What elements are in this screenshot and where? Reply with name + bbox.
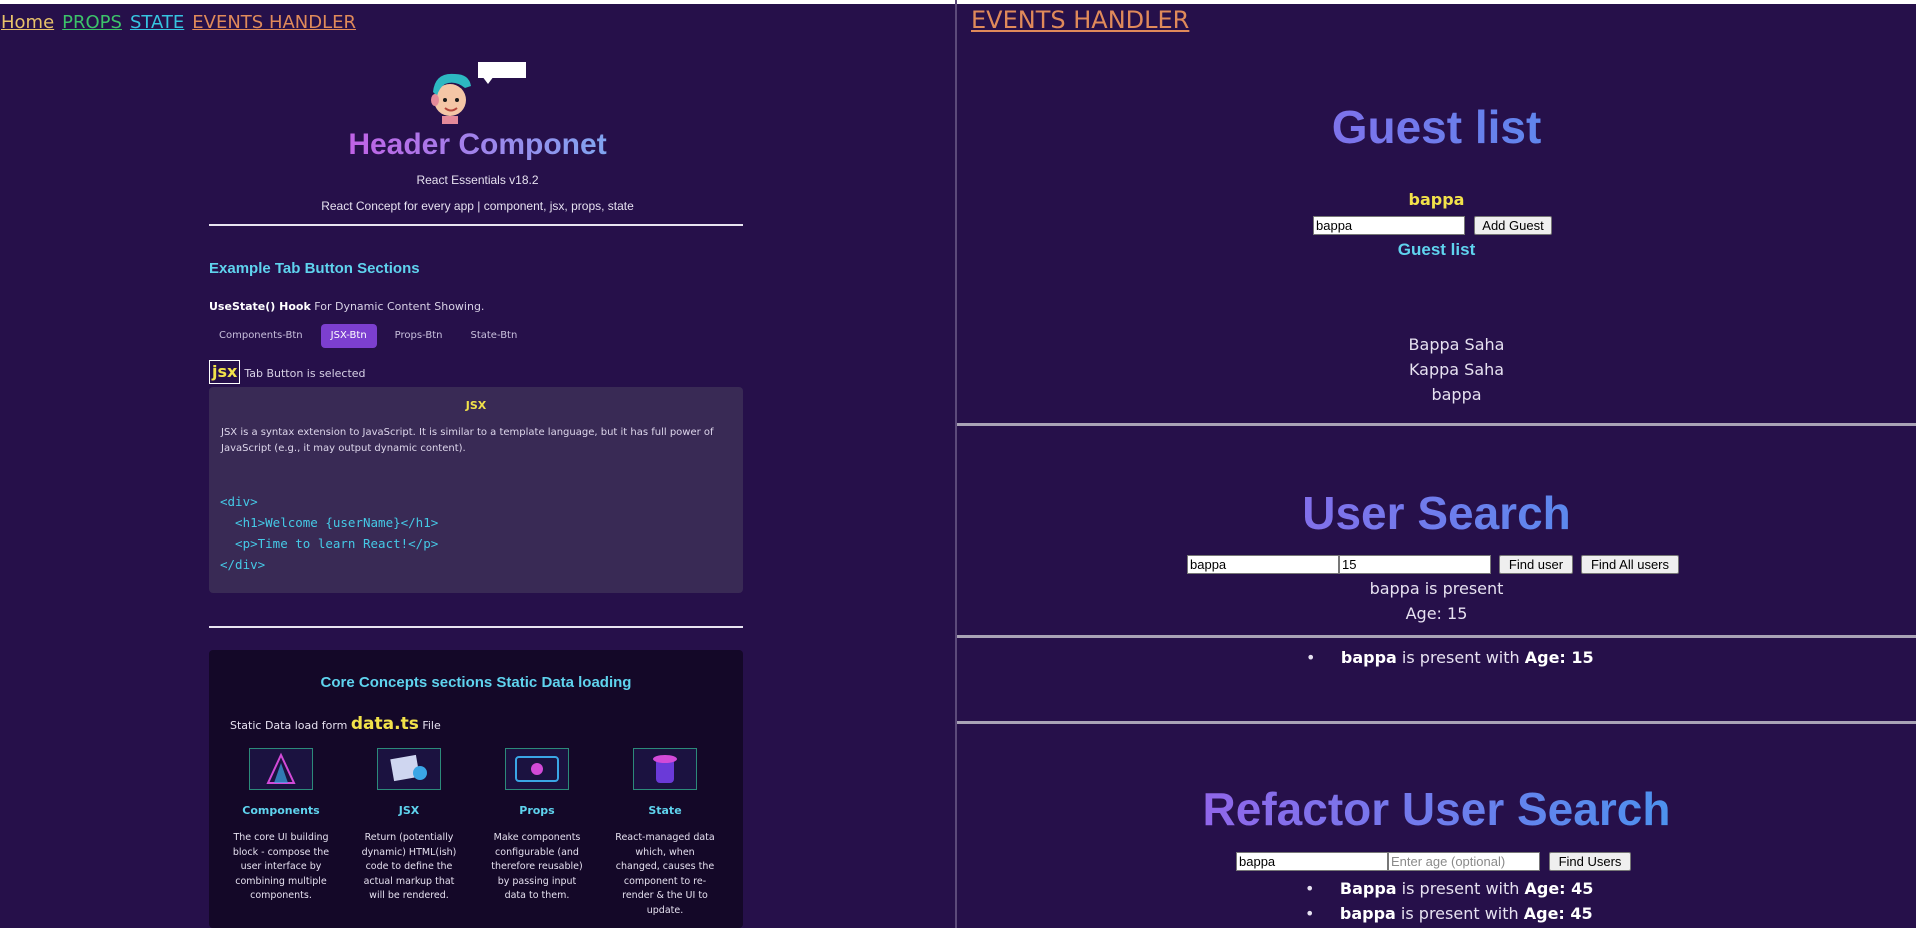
- hook-text: For Dynamic Content Showing.: [314, 300, 485, 313]
- user-name: bappa: [1340, 648, 1397, 667]
- guest-list-subtitle: Guest list: [1397, 240, 1476, 259]
- avatar-icon: [431, 73, 471, 124]
- user-search-title: User Search: [957, 486, 1916, 540]
- tab-content-description: JSX is a syntax extension to JavaScript.…: [221, 427, 714, 454]
- concept-name: JSX: [398, 804, 420, 817]
- user-search-result-name: bappa is present: [1369, 579, 1504, 598]
- core-sub-file: data.ts: [350, 714, 419, 734]
- nav-props-link[interactable]: PROPS: [62, 12, 122, 33]
- user-mid: is present with: [1400, 904, 1519, 923]
- user-name: Bappa: [1339, 879, 1397, 898]
- refactor-name-input[interactable]: bappa: [1236, 852, 1388, 871]
- find-user-button[interactable]: Find user: [1499, 555, 1573, 574]
- state-icon: [633, 748, 697, 790]
- guest-list-title: Guest list: [957, 100, 1916, 154]
- props-icon: [505, 748, 569, 790]
- user-age: Age: 45: [1524, 879, 1594, 898]
- header-version: React Essentials v18.2: [416, 173, 539, 187]
- concept-props: Props Make components configurable (and …: [487, 748, 587, 904]
- nav-home-link[interactable]: Home: [1, 12, 54, 33]
- concept-jsx: JSX Return (potentially dynamic) HTML(is…: [359, 748, 459, 904]
- events-handler-link[interactable]: EVENTS HANDLER: [971, 6, 1189, 34]
- tab-components[interactable]: Components-Btn: [209, 324, 313, 348]
- selected-text: Tab Button is selected: [244, 367, 366, 380]
- concept-state: State React-managed data which, when cha…: [615, 748, 715, 918]
- concept-name: State: [648, 804, 682, 817]
- section-separator: [957, 721, 1916, 724]
- jsx-icon: [377, 748, 441, 790]
- tab-state[interactable]: State-Btn: [460, 324, 527, 348]
- guest-item: bappa: [1431, 385, 1482, 404]
- nav-state-link[interactable]: STATE: [130, 12, 184, 33]
- hook-bold: UseState() Hook: [209, 300, 311, 313]
- list-item: • bappa is present with Age: 15: [1306, 648, 1594, 667]
- header-tagline: React Concept for every app | component,…: [321, 199, 634, 213]
- core-sub-suffix: File: [422, 719, 441, 732]
- user-mid: is present with: [1401, 879, 1520, 898]
- guest-item: Kappa Saha: [1408, 360, 1505, 379]
- tab-content-card: JSX JSX is a syntax extension to JavaScr…: [209, 387, 743, 593]
- header-divider: [209, 224, 743, 226]
- header-title: Header Componet: [210, 128, 745, 162]
- user-mid: is present with: [1401, 648, 1520, 667]
- nav-events-link[interactable]: EVENTS HANDLER: [192, 12, 356, 33]
- concept-desc: Make components configurable (and theref…: [491, 832, 583, 901]
- find-users-button[interactable]: Find Users: [1549, 852, 1631, 871]
- find-all-users-button[interactable]: Find All users: [1581, 555, 1679, 574]
- core-concepts-card: Core Concepts sections Static Data loadi…: [209, 650, 743, 928]
- user-age: Age: 15: [1524, 648, 1594, 667]
- tab-bar: Components-Btn JSX-Btn Props-Btn State-B…: [209, 324, 527, 348]
- code-snippet: <div> <h1>Welcome {userName}</h1> <p>Tim…: [220, 494, 439, 572]
- concept-desc: The core UI building block - compose the…: [232, 832, 330, 901]
- user-name: bappa: [1339, 904, 1396, 923]
- guest-current-name: bappa: [1408, 190, 1465, 209]
- tab-content-title: JSX: [465, 399, 487, 412]
- components-icon: [249, 748, 313, 790]
- tab-jsx[interactable]: JSX-Btn: [320, 324, 377, 348]
- selected-badge: jsx: [209, 360, 241, 384]
- refactor-age-input[interactable]: Enter age (optional): [1388, 852, 1540, 871]
- section-divider: [209, 626, 743, 628]
- add-guest-button[interactable]: Add Guest: [1474, 216, 1552, 235]
- tab-props[interactable]: Props-Btn: [385, 324, 453, 348]
- selected-caption: jsx Tab Button is selected: [209, 360, 366, 384]
- concept-desc: React-managed data which, when changed, …: [615, 832, 715, 916]
- guest-item: Bappa Saha: [1408, 335, 1505, 354]
- concept-name: Components: [242, 804, 320, 817]
- concept-components: Components The core UI building block - …: [231, 748, 331, 904]
- user-name-input[interactable]: bappa: [1187, 555, 1339, 574]
- tabs-section-title: Example Tab Button Sections: [209, 260, 420, 277]
- core-subtitle: Static Data load form data.ts File: [230, 714, 441, 734]
- right-pane: EVENTS HANDLER Guest list bappa bappa Ad…: [957, 4, 1916, 928]
- user-search-result-age: Age: 15: [1405, 604, 1468, 623]
- concept-desc: Return (potentially dynamic) HTML(ish) c…: [361, 832, 457, 901]
- list-item: • bappa is present with Age: 45: [1305, 904, 1593, 923]
- user-age: Age: 45: [1523, 904, 1593, 923]
- core-title: Core Concepts sections Static Data loadi…: [320, 674, 632, 691]
- top-nav: Home PROPS STATE EVENTS HANDLER: [1, 12, 364, 33]
- concept-name: Props: [519, 804, 555, 817]
- guest-name-input[interactable]: bappa: [1313, 216, 1465, 235]
- section-separator: [957, 423, 1916, 426]
- speech-bubble-icon: [478, 62, 526, 84]
- core-sub-prefix: Static Data load form: [230, 719, 348, 732]
- section-separator: [957, 635, 1916, 638]
- refactor-search-title: Refactor User Search: [957, 782, 1916, 836]
- list-item: • Bappa is present with Age: 45: [1305, 879, 1594, 898]
- hook-caption: UseState() Hook For Dynamic Content Show…: [209, 300, 484, 313]
- user-age-input[interactable]: 15: [1339, 555, 1491, 574]
